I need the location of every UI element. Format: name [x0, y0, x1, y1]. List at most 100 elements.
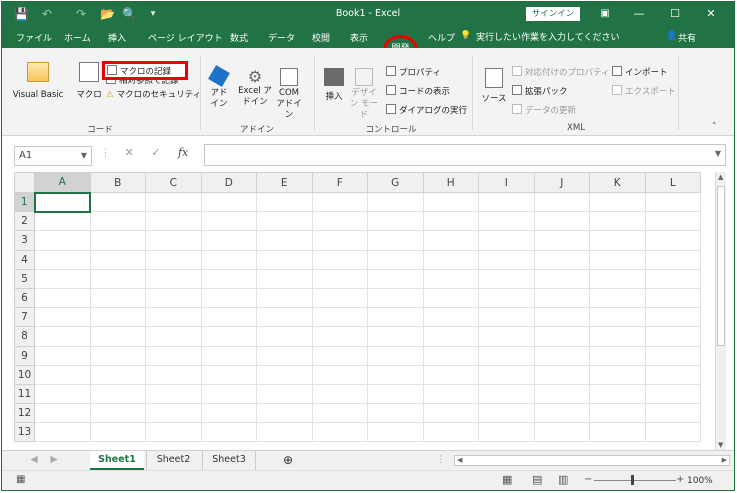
cell[interactable]: [367, 383, 424, 405]
addin-button[interactable]: アド イン: [208, 65, 230, 110]
row-header[interactable]: 7: [14, 307, 35, 328]
sheet-tab-sheet3[interactable]: Sheet3: [202, 451, 256, 470]
cell[interactable]: [34, 364, 91, 385]
cell[interactable]: [311, 383, 368, 405]
column-header[interactable]: A: [34, 172, 91, 194]
cell[interactable]: [145, 230, 202, 251]
cell[interactable]: [200, 268, 257, 289]
cell[interactable]: [589, 364, 646, 385]
column-header[interactable]: D: [200, 172, 257, 193]
cell[interactable]: [367, 268, 424, 289]
tab-formulas[interactable]: 数式: [230, 31, 248, 44]
column-header[interactable]: K: [589, 172, 646, 193]
cell[interactable]: [533, 326, 590, 347]
cell[interactable]: [478, 307, 535, 328]
cell[interactable]: [478, 268, 535, 289]
run-dialog-button[interactable]: ダイアログの実行: [386, 104, 467, 117]
cell[interactable]: [644, 211, 701, 232]
cell[interactable]: [644, 345, 701, 366]
export-button[interactable]: エクスポート: [612, 85, 676, 98]
cell[interactable]: [311, 403, 368, 424]
row-header[interactable]: 2: [14, 211, 35, 232]
cell[interactable]: [589, 268, 646, 289]
cell[interactable]: [367, 403, 424, 424]
row-header[interactable]: 3: [14, 230, 35, 251]
cell[interactable]: [34, 287, 91, 309]
row-header[interactable]: 12: [14, 403, 35, 424]
column-header[interactable]: J: [533, 172, 590, 193]
cell[interactable]: [89, 287, 146, 309]
cell[interactable]: [533, 287, 590, 309]
column-header[interactable]: B: [89, 172, 146, 193]
cell[interactable]: [533, 307, 590, 328]
cell[interactable]: [589, 230, 646, 251]
cell[interactable]: [34, 345, 91, 366]
zoom-level[interactable]: 100%: [687, 476, 713, 486]
row-header[interactable]: 8: [14, 326, 35, 347]
cell[interactable]: [34, 268, 91, 289]
cell[interactable]: [478, 230, 535, 251]
xml-source-button[interactable]: ソース: [480, 68, 508, 105]
collapse-ribbon-icon[interactable]: ˄: [712, 122, 717, 132]
cell[interactable]: [644, 287, 701, 309]
row-header[interactable]: 9: [14, 345, 35, 366]
cell[interactable]: [367, 326, 424, 347]
cell[interactable]: [644, 422, 701, 443]
cell[interactable]: [200, 230, 257, 251]
column-header[interactable]: F: [311, 172, 368, 193]
cell[interactable]: [34, 307, 91, 328]
cell[interactable]: [533, 249, 590, 270]
cell[interactable]: [589, 287, 646, 309]
cell[interactable]: [311, 268, 368, 289]
cell[interactable]: [311, 230, 368, 251]
tab-help[interactable]: ヘルプ: [428, 31, 455, 44]
insert-control-button[interactable]: 挿入: [320, 68, 348, 103]
share-button[interactable]: 共有: [678, 31, 696, 44]
cell[interactable]: [34, 230, 91, 251]
cell[interactable]: [367, 364, 424, 385]
row-header[interactable]: 1: [14, 191, 36, 213]
cell[interactable]: [422, 364, 479, 385]
cell[interactable]: [422, 191, 479, 213]
minimize-icon[interactable]: —: [624, 5, 654, 23]
cell[interactable]: [644, 364, 701, 385]
cell[interactable]: [89, 422, 146, 443]
page-break-view-icon[interactable]: ▥: [558, 473, 568, 486]
cell[interactable]: [422, 249, 479, 270]
scroll-left-icon[interactable]: ◀: [457, 456, 462, 464]
cell[interactable]: [422, 403, 479, 424]
scroll-down-icon[interactable]: ▼: [718, 441, 723, 449]
cell[interactable]: [422, 422, 479, 443]
view-code-button[interactable]: コードの表示: [386, 85, 450, 98]
cell[interactable]: [256, 364, 313, 385]
zoom-slider[interactable]: [594, 480, 676, 481]
undo-icon[interactable]: ↶: [40, 7, 54, 21]
cell[interactable]: [589, 422, 646, 443]
cell[interactable]: [589, 249, 646, 270]
tab-view[interactable]: 表示: [350, 31, 368, 44]
cell[interactable]: [89, 326, 146, 347]
cell[interactable]: [200, 383, 257, 405]
zoom-out-icon[interactable]: −: [584, 474, 592, 485]
cell[interactable]: [145, 364, 202, 385]
cell[interactable]: [533, 211, 590, 232]
signin-button[interactable]: サインイン: [526, 7, 580, 21]
cell[interactable]: [478, 326, 535, 347]
zoom-slider-knob[interactable]: [631, 475, 634, 485]
cell[interactable]: [145, 403, 202, 424]
cell[interactable]: [478, 403, 535, 424]
insert-function-icon[interactable]: fx: [178, 146, 188, 159]
cell[interactable]: [311, 326, 368, 347]
cell[interactable]: [478, 383, 535, 405]
cell[interactable]: [367, 422, 424, 443]
cell[interactable]: [533, 191, 590, 213]
cell[interactable]: [533, 230, 590, 251]
cell[interactable]: [478, 287, 535, 309]
cell[interactable]: [644, 383, 701, 405]
cell[interactable]: [89, 403, 146, 424]
row-header[interactable]: 6: [14, 287, 35, 309]
cell[interactable]: [89, 307, 146, 328]
cell[interactable]: [478, 211, 535, 232]
cell[interactable]: [422, 307, 479, 328]
record-macro-button[interactable]: マクロの記録: [102, 61, 188, 80]
